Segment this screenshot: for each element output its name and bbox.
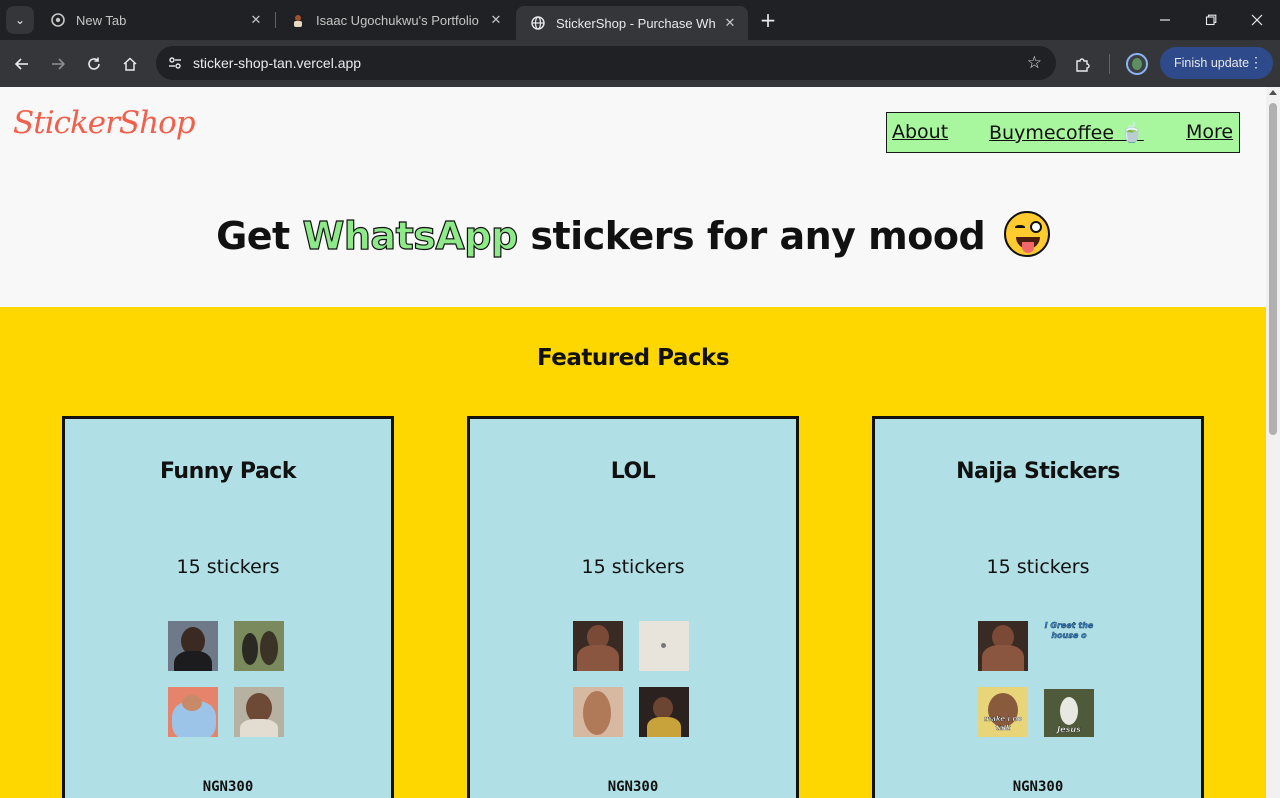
sticker-thumbnail <box>978 621 1028 671</box>
winking-tongue-emoji-icon <box>1003 211 1050 257</box>
tab-title: New Tab <box>76 12 127 28</box>
page-scrollbar[interactable] <box>1266 87 1280 798</box>
back-arrow-icon[interactable] <box>8 50 36 78</box>
new-tab-plus-icon[interactable]: + <box>756 8 780 32</box>
address-bar[interactable]: sticker-shop-tan.vercel.app ☆ <box>156 46 1056 80</box>
site-nav: About Buymecoffee 🍵 More <box>886 112 1240 153</box>
sticker-thumbnail <box>168 687 218 737</box>
tab-title: StickerShop - Purchase WhatsA <box>556 15 716 31</box>
extensions-puzzle-icon[interactable] <box>1072 53 1094 75</box>
sticker-caption: Jesus <box>1057 725 1081 734</box>
sticker-caption: make i no talk <box>983 715 1023 732</box>
hero-text-end: stickers for any mood <box>517 214 986 258</box>
pack-sticker-count: 15 stickers <box>581 556 685 578</box>
tab-new-tab[interactable]: New Tab ✕ <box>36 0 274 40</box>
sticker-pack-card[interactable]: LOL 15 stickers NGN300 <box>467 416 799 798</box>
globe-icon <box>530 15 546 31</box>
forward-arrow-icon[interactable] <box>44 50 72 78</box>
nav-more-link[interactable]: More <box>1186 121 1233 143</box>
scroll-up-arrow-icon[interactable] <box>1269 90 1277 95</box>
chevron-down-icon: ⌄ <box>14 13 26 27</box>
hero-heading: Get WhatsApp stickers for any mood <box>0 211 1266 259</box>
tab-portfolio[interactable]: Isaac Ugochukwu's Portfolio - F ✕ <box>276 0 514 40</box>
sticker-preview-grid <box>168 621 288 741</box>
sticker-thumbnail: I Greet the house o <box>1044 621 1094 671</box>
hero-text-start: Get <box>216 214 303 258</box>
pack-price: NGN300 <box>202 779 254 795</box>
tab-search-button[interactable]: ⌄ <box>6 6 34 34</box>
portfolio-favicon <box>290 12 306 28</box>
finish-update-button[interactable]: Finish update ⋮ <box>1160 47 1273 79</box>
home-icon[interactable] <box>116 50 144 78</box>
close-window-icon[interactable] <box>1234 0 1280 40</box>
sticker-preview-grid <box>573 621 693 741</box>
pack-sticker-count: 15 stickers <box>986 556 1090 578</box>
restore-icon[interactable] <box>1188 0 1234 40</box>
bookmark-star-icon[interactable]: ☆ <box>1027 53 1042 73</box>
nav-buymecoffee-link[interactable]: Buymecoffee 🍵 <box>989 121 1144 144</box>
featured-packs-section: Featured Packs Funny Pack 15 stickers NG… <box>0 307 1266 798</box>
sticker-thumbnail <box>573 621 623 671</box>
tab-stickershop[interactable]: StickerShop - Purchase WhatsA ✕ <box>516 6 748 40</box>
sticker-caption: I Greet the house o <box>1044 621 1094 640</box>
close-icon[interactable]: ✕ <box>248 12 264 28</box>
featured-packs-title: Featured Packs <box>536 345 730 371</box>
pack-price: NGN300 <box>1012 779 1064 795</box>
hero-whatsapp-highlight: WhatsApp <box>302 213 519 258</box>
close-icon[interactable]: ✕ <box>722 15 738 31</box>
minimize-icon[interactable] <box>1142 0 1188 40</box>
pack-name: Funny Pack <box>160 459 296 484</box>
kebab-menu-icon[interactable]: ⋮ <box>1249 54 1263 71</box>
profile-avatar[interactable] <box>1126 53 1148 75</box>
chrome-icon <box>50 12 66 28</box>
sticker-thumbnail: Jesus <box>1044 689 1094 737</box>
site-settings-icon[interactable] <box>166 54 184 72</box>
browser-tab-bar: ⌄ New Tab ✕ Isaac Ugochukwu's Portfolio … <box>0 0 1280 40</box>
pack-price: NGN300 <box>607 779 659 795</box>
site-logo[interactable]: StickerShop <box>13 105 196 141</box>
tab-title: Isaac Ugochukwu's Portfolio - F <box>316 12 482 28</box>
sticker-preview-grid: I Greet the house o make i no talk Jesus <box>978 621 1098 741</box>
pack-sticker-count: 15 stickers <box>176 556 280 578</box>
sticker-thumbnail <box>234 687 284 737</box>
browser-toolbar: sticker-shop-tan.vercel.app ☆ Finish upd… <box>0 40 1280 87</box>
toolbar-separator <box>1109 54 1110 74</box>
sticker-thumbnail <box>234 621 284 671</box>
page-viewport: StickerShop About Buymecoffee 🍵 More Get… <box>0 87 1266 798</box>
sticker-thumbnail: make i no talk <box>978 687 1028 737</box>
scrollbar-thumb[interactable] <box>1269 103 1277 435</box>
reload-icon[interactable] <box>80 50 108 78</box>
sticker-pack-card[interactable]: Naija Stickers 15 stickers I Greet the h… <box>872 416 1204 798</box>
finish-update-label: Finish update <box>1174 56 1250 70</box>
nav-about-link[interactable]: About <box>892 121 948 143</box>
site-header: StickerShop About Buymecoffee 🍵 More Get… <box>0 87 1266 307</box>
url-text: sticker-shop-tan.vercel.app <box>193 55 362 71</box>
sticker-thumbnail <box>639 687 689 737</box>
close-icon[interactable]: ✕ <box>488 12 504 28</box>
sticker-thumbnail <box>573 687 623 737</box>
sticker-thumbnail <box>168 621 218 671</box>
pack-name: Naija Stickers <box>956 459 1120 484</box>
sticker-pack-card[interactable]: Funny Pack 15 stickers NGN300 <box>62 416 394 798</box>
sticker-thumbnail <box>639 621 689 671</box>
pack-name: LOL <box>610 459 656 484</box>
